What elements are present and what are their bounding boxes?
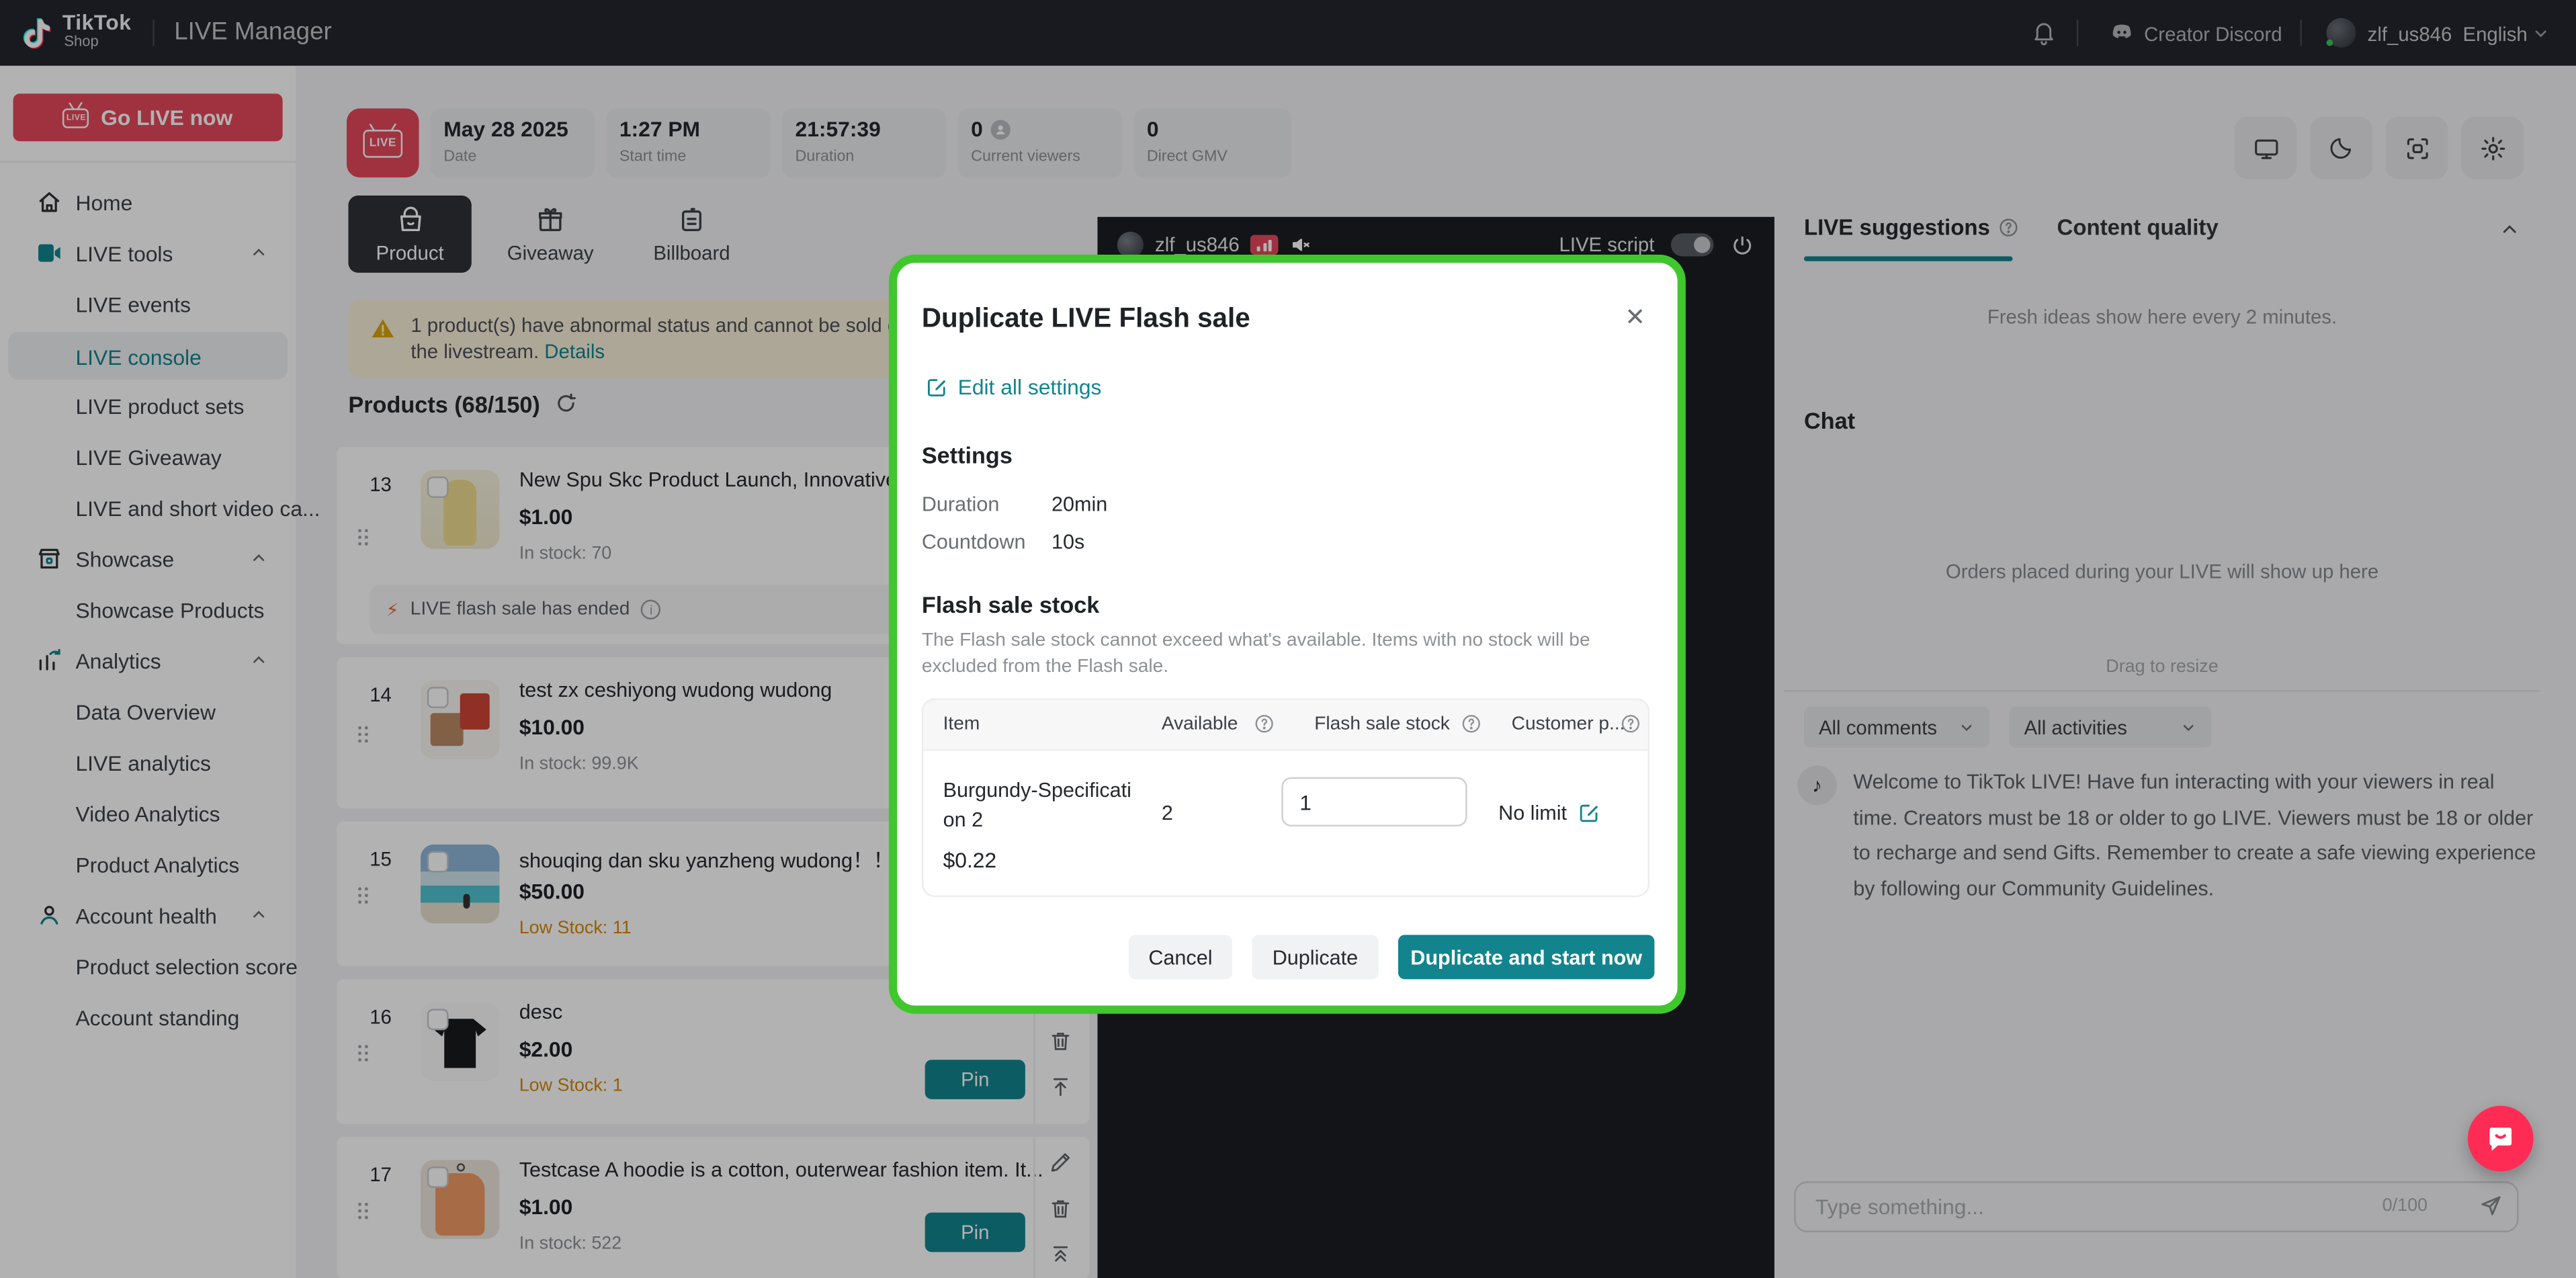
duplicate-button[interactable]: Duplicate bbox=[1252, 935, 1378, 979]
col-available: Available bbox=[1162, 715, 1238, 734]
table-header: Item Available Flash sale stock Customer… bbox=[923, 700, 1647, 751]
flash-sale-stock-table: Item Available Flash sale stock Customer… bbox=[922, 698, 1649, 897]
countdown-label: Countdown bbox=[922, 531, 1026, 554]
duplicate-flash-sale-modal: Duplicate LIVE Flash sale ✕ Edit all set… bbox=[889, 255, 1686, 1014]
row-item-name: Burgundy-Specification 2 bbox=[943, 775, 1140, 835]
duration-label: Duration bbox=[922, 493, 1000, 516]
help-circle-icon[interactable] bbox=[1620, 713, 1641, 734]
live-manager-app: TikTok Shop LIVE Manager Creator Discord… bbox=[0, 0, 2576, 1278]
flash-sale-stock-description: The Flash sale stock cannot exceed what'… bbox=[922, 628, 1649, 680]
countdown-value: 10s bbox=[1051, 531, 1084, 554]
flash-sale-stock-heading: Flash sale stock bbox=[922, 591, 1100, 617]
col-flash-sale-stock: Flash sale stock bbox=[1314, 715, 1450, 734]
row-item-price: $0.22 bbox=[943, 848, 997, 873]
duration-value: 20min bbox=[1051, 493, 1107, 516]
cancel-button[interactable]: Cancel bbox=[1129, 935, 1232, 979]
chat-bubble-icon bbox=[2484, 1122, 2517, 1155]
col-customer-purchase: Customer p... bbox=[1512, 715, 1625, 734]
settings-heading: Settings bbox=[922, 442, 1013, 468]
col-item: Item bbox=[943, 715, 980, 734]
edit-square-icon bbox=[925, 376, 948, 398]
modal-title: Duplicate LIVE Flash sale bbox=[922, 304, 1250, 335]
customer-purchase-limit: No limit bbox=[1498, 802, 1600, 824]
edit-all-settings-link[interactable]: Edit all settings bbox=[925, 375, 1102, 400]
flash-sale-stock-input[interactable] bbox=[1281, 777, 1467, 826]
edit-square-icon[interactable] bbox=[1577, 802, 1600, 824]
duplicate-and-start-now-button[interactable]: Duplicate and start now bbox=[1398, 935, 1654, 979]
help-circle-icon[interactable] bbox=[1254, 713, 1275, 734]
support-chat-fab[interactable] bbox=[2468, 1106, 2534, 1172]
close-icon[interactable]: ✕ bbox=[1625, 302, 1645, 332]
help-circle-icon[interactable] bbox=[1461, 713, 1482, 734]
row-available-value: 2 bbox=[1162, 802, 1173, 824]
